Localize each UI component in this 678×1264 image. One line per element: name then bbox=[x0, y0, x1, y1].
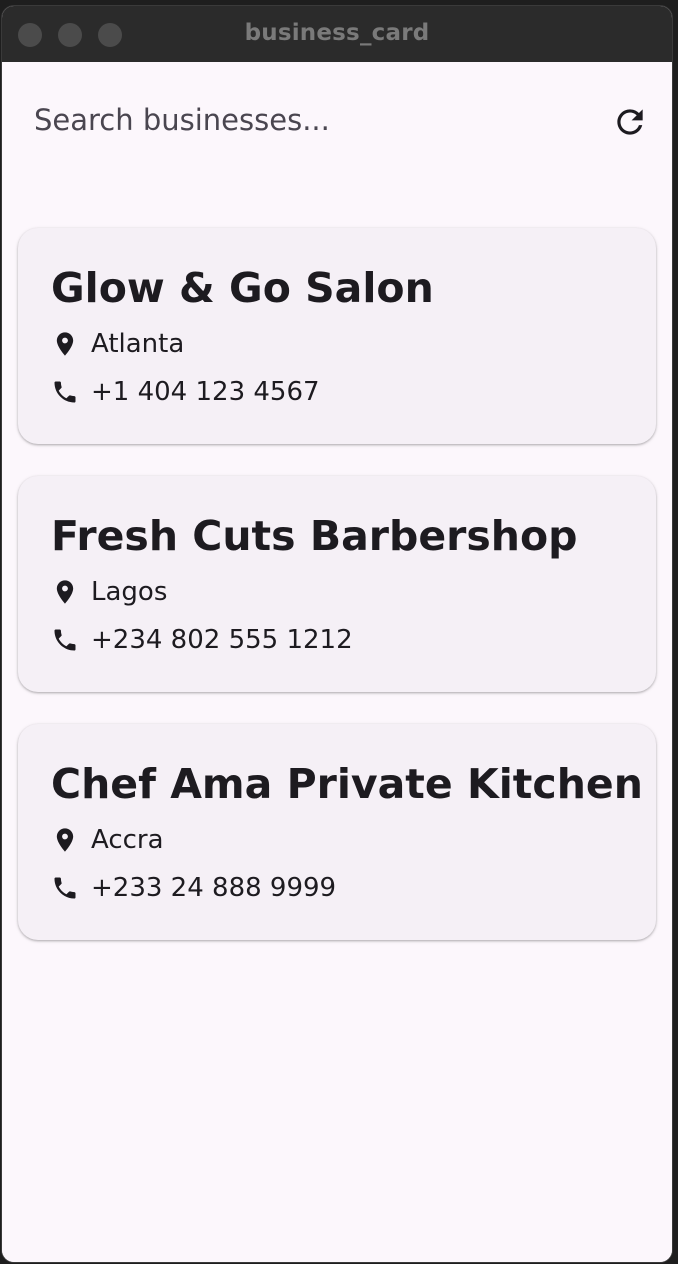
business-phone: +1 404 123 4567 bbox=[91, 377, 320, 407]
business-card[interactable]: Chef Ama Private Kitchen Accra +233 24 8… bbox=[18, 724, 656, 940]
business-city: Lagos bbox=[91, 577, 168, 607]
business-card[interactable]: Glow & Go Salon Atlanta +1 404 123 4567 bbox=[18, 228, 656, 444]
refresh-button[interactable] bbox=[606, 98, 654, 146]
business-name: Fresh Cuts Barbershop bbox=[51, 512, 578, 560]
business-phone-row: +1 404 123 4567 bbox=[51, 375, 320, 409]
phone-icon bbox=[51, 378, 79, 406]
business-card[interactable]: Fresh Cuts Barbershop Lagos +234 802 555… bbox=[18, 476, 656, 692]
phone-icon bbox=[51, 626, 79, 654]
business-city: Atlanta bbox=[91, 329, 185, 359]
business-phone-row: +233 24 888 9999 bbox=[51, 871, 336, 905]
refresh-icon bbox=[617, 109, 643, 135]
search-input[interactable] bbox=[34, 98, 594, 142]
business-city: Accra bbox=[91, 825, 164, 855]
app-window: business_card Glow & Go Salon Atlanta +1… bbox=[2, 6, 672, 1262]
title-bar: business_card bbox=[2, 6, 672, 63]
location-pin-icon bbox=[51, 826, 79, 854]
business-city-row: Accra bbox=[51, 823, 164, 857]
business-phone: +233 24 888 9999 bbox=[91, 873, 337, 903]
main-content: Glow & Go Salon Atlanta +1 404 123 4567 … bbox=[2, 62, 672, 1262]
business-name: Chef Ama Private Kitchen bbox=[51, 760, 643, 808]
window-title: business_card bbox=[244, 20, 430, 46]
business-name: Glow & Go Salon bbox=[51, 264, 434, 312]
location-pin-icon bbox=[51, 330, 79, 358]
business-city-row: Atlanta bbox=[51, 327, 184, 361]
phone-icon bbox=[51, 874, 79, 902]
location-pin-icon bbox=[51, 578, 79, 606]
business-phone-row: +234 802 555 1212 bbox=[51, 623, 353, 657]
business-phone: +234 802 555 1212 bbox=[91, 625, 353, 655]
business-city-row: Lagos bbox=[51, 575, 167, 609]
